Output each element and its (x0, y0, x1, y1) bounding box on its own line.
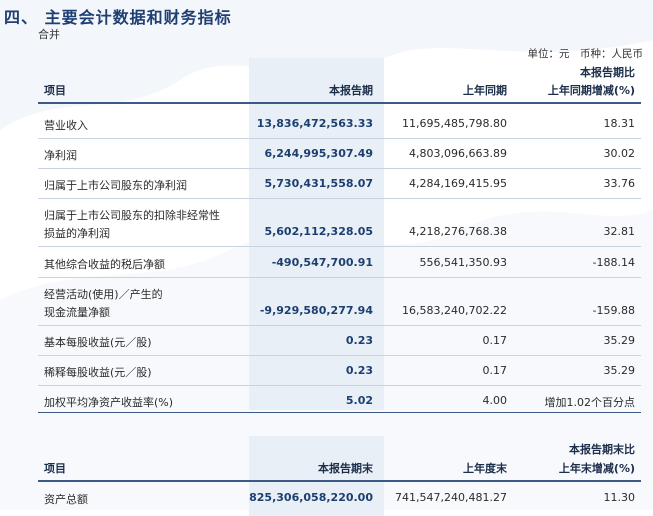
header-item: 项目 (44, 84, 66, 97)
row-prior: 16,583,240,702.22 (402, 304, 507, 317)
row-current: 13,836,472,563.33 (256, 117, 373, 130)
header-current-period: 本报告期 (329, 84, 373, 97)
row-divider (38, 355, 641, 356)
row-change: 30.02 (603, 147, 636, 160)
row-current: 825,306,058,220.00 (249, 491, 373, 504)
row-prior: 741,547,240,481.27 (395, 491, 507, 504)
row-divider (38, 138, 641, 139)
row-label: 净利润 (44, 149, 77, 162)
row-label: 资产总额 (44, 493, 88, 506)
header-current-period-end: 本报告期末 (318, 462, 373, 475)
row-prior: 4.00 (482, 394, 508, 407)
row-divider (38, 198, 641, 199)
header-rule (38, 480, 641, 482)
row-label: 归属于上市公司股东的扣除非经常性 (44, 209, 220, 222)
row-prior: 4,284,169,415.95 (409, 177, 507, 190)
current-period-end-column-highlight (249, 436, 384, 516)
row-current: 5,730,431,558.07 (264, 177, 373, 190)
section-title: 四、 主要会计数据和财务指标 (4, 8, 232, 27)
row-label: 其他综合收益的税后净额 (44, 258, 165, 271)
header-change-line2: 上年同期增减(%) (547, 84, 635, 97)
header-rule (38, 102, 641, 104)
row-current: 0.23 (345, 364, 373, 377)
row-change: 增加1.02个百分点 (544, 396, 636, 409)
row-change: 35.29 (603, 334, 636, 347)
row-prior: 4,803,096,663.89 (409, 147, 507, 160)
header-change-line1: 本报告期末比 (569, 443, 635, 456)
row-label: 归属于上市公司股东的净利润 (44, 179, 187, 192)
row-label-line2: 现金流量净额 (44, 306, 110, 319)
row-label: 加权平均净资产收益率(%) (44, 396, 174, 409)
row-current: 6,244,995,307.49 (264, 147, 373, 160)
header-prior-period: 上年同期 (463, 84, 507, 97)
row-change: 32.81 (603, 225, 636, 238)
row-divider (38, 246, 641, 247)
header-change-line2: 上年末增减(%) (558, 462, 635, 475)
row-label: 基本每股收益(元／股) (44, 336, 152, 349)
row-divider (38, 277, 641, 278)
row-change: -159.88 (592, 304, 635, 317)
row-divider (38, 325, 641, 326)
row-current: 5,602,112,328.05 (264, 225, 373, 238)
row-label: 营业收入 (44, 119, 88, 132)
row-prior: 4,218,276,768.38 (409, 225, 507, 238)
row-label: 稀释每股收益(元／股) (44, 366, 152, 379)
row-prior: 556,541,350.93 (419, 256, 507, 269)
row-current: -490,547,700.91 (271, 256, 373, 269)
unit-currency-note: 单位：元 币种：人民币 (527, 48, 644, 60)
row-current: 0.23 (345, 334, 373, 347)
row-prior: 0.17 (482, 334, 508, 347)
row-label: 经营活动(使用)／产生的 (44, 288, 163, 301)
row-change: 33.76 (603, 177, 636, 190)
row-current: -9,929,580,277.94 (259, 304, 373, 317)
row-prior: 11,695,485,798.80 (402, 117, 507, 130)
row-divider (38, 385, 641, 386)
row-prior: 0.17 (482, 364, 508, 377)
row-divider (38, 168, 641, 169)
row-current: 5.02 (345, 394, 373, 407)
row-change: 35.29 (603, 364, 636, 377)
row-change: 18.31 (603, 117, 636, 130)
row-change: 11.30 (603, 491, 636, 504)
header-item: 项目 (44, 462, 66, 475)
header-change-line1: 本报告期比 (580, 66, 635, 79)
row-change: -188.14 (592, 256, 635, 269)
header-prior-year-end: 上年度末 (463, 462, 507, 475)
row-label-line2: 损益的净利润 (44, 227, 110, 240)
consolidated-label: 合并 (38, 28, 60, 41)
table-bottom-rule (38, 412, 641, 413)
